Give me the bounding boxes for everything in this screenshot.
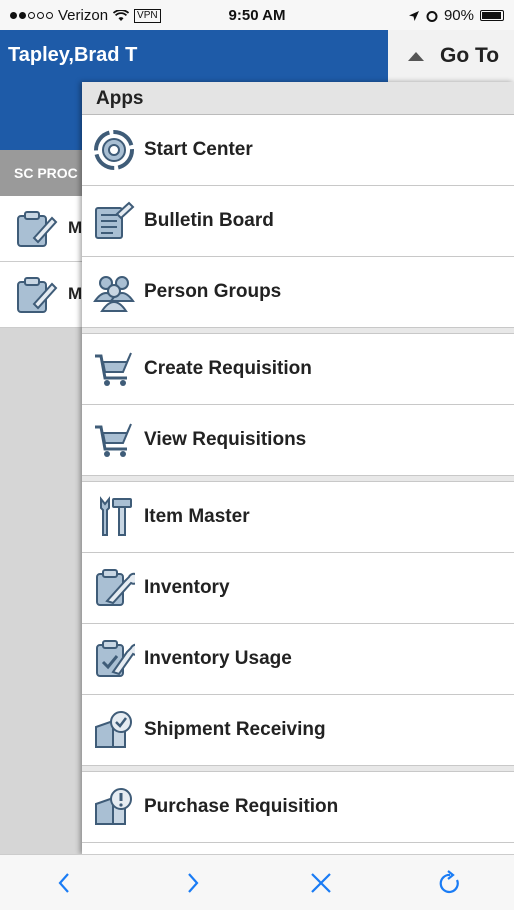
cart-icon bbox=[92, 418, 136, 462]
app-item-shipment-receiving[interactable]: Shipment Receiving bbox=[82, 695, 514, 766]
background-list-item[interactable]: M bbox=[0, 262, 82, 328]
app-item-label: Inventory bbox=[144, 577, 230, 598]
app-item-label: Inventory Usage bbox=[144, 648, 292, 669]
browser-toolbar bbox=[0, 854, 514, 910]
app-item-bulletin-board[interactable]: Bulletin Board bbox=[82, 186, 514, 257]
background-section-header: SC PROC bbox=[0, 150, 82, 196]
app-item-label: View Requisitions bbox=[144, 429, 307, 450]
refresh-icon bbox=[439, 869, 459, 893]
collapse-arrow-icon bbox=[408, 51, 424, 61]
status-right: 90% bbox=[408, 7, 504, 24]
app-item-label: Purchase Requisition bbox=[144, 796, 339, 817]
back-icon bbox=[58, 872, 70, 893]
app-item-label: Bulletin Board bbox=[144, 210, 274, 231]
background-item-label: M bbox=[68, 284, 82, 303]
box-alert-icon bbox=[92, 785, 136, 829]
app-item-inventory[interactable]: Inventory bbox=[82, 553, 514, 624]
apps-drawer: Apps Start Center Bulletin Board Person … bbox=[82, 82, 514, 854]
background-list-item[interactable]: M bbox=[0, 196, 82, 262]
cart-icon bbox=[92, 347, 136, 391]
alarm-icon bbox=[426, 10, 438, 22]
forward-button[interactable] bbox=[163, 861, 223, 905]
app-item-inventory-usage[interactable]: Inventory Usage bbox=[82, 624, 514, 695]
clipboard-check-icon bbox=[92, 637, 136, 681]
app-item-item-master[interactable]: Item Master bbox=[82, 482, 514, 553]
go-to-button[interactable]: Go To bbox=[388, 30, 514, 82]
apps-drawer-title: Apps bbox=[82, 82, 514, 115]
clipboard-pen-icon bbox=[14, 276, 58, 321]
clipboard-pen-icon bbox=[14, 210, 58, 255]
background-header-band bbox=[0, 82, 82, 150]
back-button[interactable] bbox=[34, 861, 94, 905]
battery-icon bbox=[480, 10, 504, 21]
status-bar: Verizon VPN 9:50 AM 90% bbox=[0, 0, 514, 30]
start-center-icon bbox=[92, 128, 136, 172]
user-name: Tapley,Brad T bbox=[0, 30, 388, 82]
app-item-purchase-requisition[interactable]: Purchase Requisition bbox=[82, 772, 514, 843]
person-groups-icon bbox=[92, 270, 136, 314]
forward-icon bbox=[187, 872, 199, 893]
app-item-start-center[interactable]: Start Center bbox=[82, 115, 514, 186]
go-to-label: Go To bbox=[440, 44, 500, 67]
app-item-person-groups[interactable]: Person Groups bbox=[82, 257, 514, 328]
tools-icon bbox=[92, 495, 136, 539]
app-item-view-requisitions[interactable]: View Requisitions bbox=[82, 405, 514, 476]
app-item-label: Item Master bbox=[144, 506, 250, 527]
bulletin-board-icon bbox=[92, 199, 136, 243]
close-icon bbox=[311, 872, 332, 893]
battery-percent: 90% bbox=[443, 7, 474, 24]
app-item-label: Person Groups bbox=[144, 281, 282, 302]
app-item-label: Shipment Receiving bbox=[144, 719, 326, 740]
refresh-button[interactable] bbox=[420, 861, 480, 905]
app-item-create-requisition[interactable]: Create Requisition bbox=[82, 334, 514, 405]
location-arrow-icon bbox=[408, 10, 419, 21]
close-button[interactable] bbox=[291, 861, 351, 905]
box-check-icon bbox=[92, 708, 136, 752]
clipboard-wrench-icon bbox=[92, 566, 136, 610]
app-item-label: Create Requisition bbox=[144, 358, 312, 379]
background-item-label: M bbox=[68, 218, 82, 237]
app-item-label: Start Center bbox=[144, 139, 253, 160]
